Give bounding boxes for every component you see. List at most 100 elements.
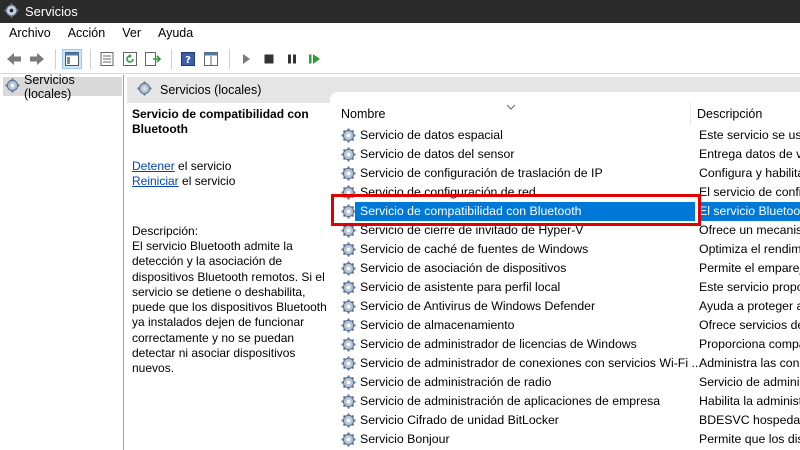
forward-arrow-icon[interactable] <box>27 49 47 69</box>
service-description: Permite que los disp <box>699 432 800 446</box>
table-row[interactable]: Servicio de administrador de licencias d… <box>331 335 800 354</box>
service-name: Servicio de configuración de red <box>360 185 536 199</box>
stop-service-suffix: el servicio <box>174 159 232 173</box>
service-details-panel: Servicio de compatibilidad con Bluetooth… <box>132 107 332 377</box>
table-row[interactable]: Servicio de almacenamiento Ofrece servici… <box>331 316 800 335</box>
service-name: Servicio de configuración de traslación … <box>360 166 603 180</box>
stop-icon[interactable] <box>259 49 279 69</box>
service-gear-icon <box>341 280 356 298</box>
table-row[interactable]: Servicio de caché de fuentes de Windows O… <box>331 240 800 259</box>
service-description: Ofrece servicios de <box>699 318 800 332</box>
service-gear-icon <box>341 261 356 279</box>
service-details-title: Servicio de compatibilidad con Bluetooth <box>132 107 309 136</box>
restart-service-link[interactable]: Reiniciar <box>132 174 179 188</box>
service-name: Servicio Cifrado de unidad BitLocker <box>360 413 559 427</box>
service-gear-icon <box>341 242 356 260</box>
service-gear-icon <box>341 432 356 450</box>
stop-service-link[interactable]: Detener <box>132 159 175 173</box>
refresh-icon[interactable] <box>120 49 140 69</box>
table-row[interactable]: Servicio Bonjour Permite que los disp <box>331 430 800 449</box>
toolbar-separator <box>90 48 91 69</box>
properties-icon[interactable] <box>97 49 117 69</box>
restart-service-suffix: el servicio <box>178 174 236 188</box>
service-description: El servicio de confi <box>699 185 800 199</box>
svg-text:?: ? <box>185 55 191 66</box>
chevron-down-icon[interactable] <box>506 100 516 114</box>
console-tree: Servicios (locales) <box>0 73 124 450</box>
column-header-description[interactable]: Descripción <box>697 107 762 121</box>
window-title: Servicios <box>25 4 78 19</box>
export-icon[interactable] <box>143 49 163 69</box>
service-gear-icon <box>341 413 356 431</box>
service-description: Permite el empareja <box>699 261 800 275</box>
service-name: Servicio de cierre de invitado de Hyper-… <box>360 223 584 237</box>
service-name: Servicio de asistente para perfil local <box>360 280 561 294</box>
service-description: Este servicio propor <box>699 280 800 294</box>
toolbar-separator <box>229 48 230 69</box>
service-name: Servicio de administración de radio <box>360 375 552 389</box>
service-gear-icon <box>341 185 356 203</box>
table-row[interactable]: Servicio de datos espacial Este servicio … <box>331 126 800 145</box>
back-arrow-icon[interactable] <box>4 49 24 69</box>
menu-archivo[interactable]: Archivo <box>0 26 59 40</box>
table-row[interactable]: Servicio de asociación de dispositivos Pe… <box>331 259 800 278</box>
table-row[interactable]: Servicio de administrador de conexiones … <box>331 354 800 373</box>
gear-icon <box>137 81 152 99</box>
toolbar: ? <box>0 44 800 74</box>
service-gear-icon <box>341 166 356 184</box>
toolbar-separator <box>55 48 56 69</box>
service-name: Servicio Bonjour <box>360 432 450 446</box>
service-description: Habilita la administ <box>699 394 800 408</box>
menu-ayuda[interactable]: Ayuda <box>149 26 201 40</box>
service-description: Entrega datos de va <box>699 147 800 161</box>
table-row[interactable]: Servicio Cifrado de unidad BitLocker BDES… <box>331 411 800 430</box>
pane-title: Servicios (locales) <box>160 83 262 97</box>
table-row[interactable]: Servicio de datos del sensor Entrega dato… <box>331 145 800 164</box>
services-pane: Servicios (locales) Servicio de compatib… <box>127 75 800 450</box>
tree-item-services-local[interactable]: Servicios (locales) <box>3 73 122 101</box>
table-row[interactable]: Servicio de administración de aplicacion… <box>331 392 800 411</box>
service-description: Servicio de adminis <box>699 375 800 389</box>
service-gear-icon <box>341 337 356 355</box>
service-gear-icon <box>341 223 356 241</box>
table-row[interactable]: Servicio de configuración de traslación … <box>331 164 800 183</box>
console-tree-icon[interactable] <box>62 48 82 69</box>
services-list: Nombre Descripción Servicio de datos esp… <box>331 95 800 450</box>
table-row[interactable]: Servicio de administración de radio Servi… <box>331 373 800 392</box>
service-gear-icon <box>341 204 356 222</box>
service-description: Ofrece un mecanism <box>699 223 800 237</box>
service-name: Servicio de almacenamiento <box>360 318 515 332</box>
service-name: Servicio de datos espacial <box>360 128 503 142</box>
service-name: Servicio de Antivirus de Windows Defende… <box>360 299 596 313</box>
title-bar: Servicios <box>0 0 800 23</box>
menu-ver[interactable]: Ver <box>113 26 149 40</box>
column-header-name[interactable]: Nombre <box>341 107 385 121</box>
table-row[interactable]: Servicio de configuración de red El servi… <box>331 183 800 202</box>
table-row[interactable]: Servicio de asistente para perfil local E… <box>331 278 800 297</box>
description-text: El servicio Bluetooth admite la detecció… <box>132 239 327 376</box>
table-row[interactable]: Servicio de Antivirus de Windows Defende… <box>331 297 800 316</box>
restart-icon[interactable] <box>305 49 325 69</box>
pause-icon[interactable] <box>282 49 302 69</box>
help-icon[interactable]: ? <box>178 49 198 69</box>
column-divider[interactable] <box>690 103 691 125</box>
service-rows: Servicio de datos espacial Este servicio … <box>331 126 800 449</box>
view-icon[interactable] <box>201 49 221 69</box>
menu-accion[interactable]: Acción <box>59 26 114 40</box>
column-headers: Nombre Descripción <box>331 103 800 125</box>
service-description: Configura y habilita <box>699 166 800 180</box>
service-name: Servicio de datos del sensor <box>360 147 515 161</box>
service-name: Servicio de administrador de conexiones … <box>360 356 702 370</box>
service-gear-icon <box>341 394 356 412</box>
table-row[interactable]: Servicio de cierre de invitado de Hyper-… <box>331 221 800 240</box>
service-gear-icon <box>341 147 356 165</box>
table-row-selected[interactable]: Servicio de compatibilidad con Bluetooth… <box>331 202 800 221</box>
tree-item-label: Servicios (locales) <box>24 72 75 101</box>
service-gear-icon <box>341 128 356 146</box>
service-name: Servicio de caché de fuentes de Windows <box>360 242 589 256</box>
service-description: Administra las cone <box>699 356 800 370</box>
service-actions: Detener el servicio Reiniciar el servici… <box>132 159 332 189</box>
service-gear-icon <box>341 356 356 374</box>
services-gear-icon <box>4 2 19 21</box>
play-icon[interactable] <box>236 49 256 69</box>
